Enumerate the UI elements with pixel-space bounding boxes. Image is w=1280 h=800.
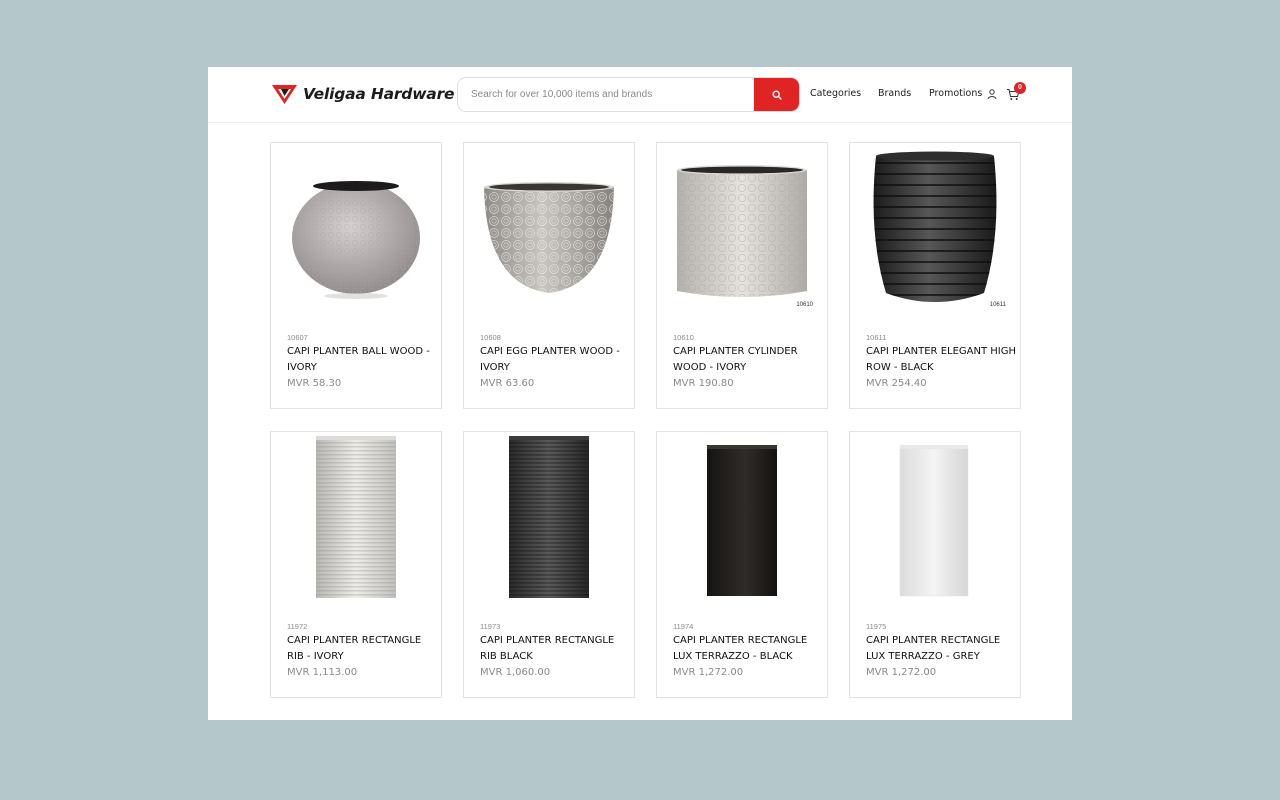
product-sku: 10611: [866, 333, 887, 342]
product-card[interactable]: 10608 CAPI EGG PLANTER WOOD - IVORY MVR …: [463, 142, 635, 409]
product-card[interactable]: 11972 CAPI PLANTER RECTANGLE RIB - IVORY…: [270, 431, 442, 698]
product-sku: 11972: [287, 622, 308, 631]
product-image: [707, 445, 777, 596]
product-image: [292, 181, 420, 299]
product-image: [677, 165, 807, 297]
product-name[interactable]: CAPI PLANTER ELEGANT HIGH ROW - BLACK: [866, 344, 1016, 376]
cart-count-badge: 0: [1014, 82, 1026, 94]
product-sku: 10607: [287, 333, 308, 342]
product-price: MVR 1,113.00: [287, 667, 358, 678]
search-input[interactable]: [458, 78, 754, 111]
product-sku: 11975: [866, 622, 887, 631]
product-sku: 10610: [673, 333, 694, 342]
product-image: [873, 151, 997, 302]
site-header: Veligaa Hardware Categories Brands Promo…: [208, 67, 1072, 123]
product-card[interactable]: 11974 CAPI PLANTER RECTANGLE LUX TERRAZZ…: [656, 431, 828, 698]
user-account-icon[interactable]: [986, 88, 998, 100]
product-image: [899, 445, 969, 597]
product-price: MVR 1,060.00: [480, 667, 551, 678]
product-name[interactable]: CAPI PLANTER RECTANGLE LUX TERRAZZO - BL…: [673, 633, 823, 665]
nav-categories[interactable]: Categories: [810, 88, 861, 99]
veligaa-logo-icon: [272, 85, 297, 104]
product-sku: 11974: [673, 622, 694, 631]
product-sku: 11973: [480, 622, 501, 631]
search-button[interactable]: [754, 78, 799, 111]
product-card[interactable]: 10610 10610 CAPI PLANTER CYLINDER WOOD -…: [656, 142, 828, 409]
image-sku-label: 10610: [796, 302, 813, 308]
product-image: [509, 436, 589, 598]
product-price: MVR 58.30: [287, 378, 342, 389]
search-icon: [771, 89, 782, 100]
browser-page: Veligaa Hardware Categories Brands Promo…: [208, 67, 1072, 720]
product-card[interactable]: 11975 CAPI PLANTER RECTANGLE LUX TERRAZZ…: [849, 431, 1021, 698]
product-price: MVR 1,272.00: [673, 667, 744, 678]
product-price: MVR 190.80: [673, 378, 734, 389]
product-price: MVR 254.40: [866, 378, 927, 389]
product-name[interactable]: CAPI PLANTER RECTANGLE RIB BLACK: [480, 633, 630, 665]
product-card[interactable]: 11973 CAPI PLANTER RECTANGLE RIB BLACK M…: [463, 431, 635, 698]
product-price: MVR 63.60: [480, 378, 535, 389]
nav-brands[interactable]: Brands: [878, 88, 911, 99]
product-image: [484, 182, 614, 293]
product-name[interactable]: CAPI PLANTER RECTANGLE RIB - IVORY: [287, 633, 437, 665]
product-name[interactable]: CAPI PLANTER RECTANGLE LUX TERRAZZO - GR…: [866, 633, 1016, 665]
brand-name: Veligaa Hardware: [303, 85, 455, 103]
product-name[interactable]: CAPI EGG PLANTER WOOD - IVORY: [480, 344, 630, 376]
product-card[interactable]: 10611 10611 CAPI PLANTER ELEGANT HIGH RO…: [849, 142, 1021, 409]
product-sku: 10608: [480, 333, 501, 342]
search-bar: [457, 77, 800, 112]
product-name[interactable]: CAPI PLANTER BALL WOOD - IVORY: [287, 344, 437, 376]
image-sku-label: 10611: [989, 302, 1006, 308]
product-name[interactable]: CAPI PLANTER CYLINDER WOOD - IVORY: [673, 344, 823, 376]
nav-promotions[interactable]: Promotions: [929, 88, 982, 99]
product-card[interactable]: 10607 CAPI PLANTER BALL WOOD - IVORY MVR…: [270, 142, 442, 409]
product-image: [316, 436, 396, 598]
site-logo[interactable]: Veligaa Hardware: [272, 83, 455, 105]
product-price: MVR 1,272.00: [866, 667, 937, 678]
